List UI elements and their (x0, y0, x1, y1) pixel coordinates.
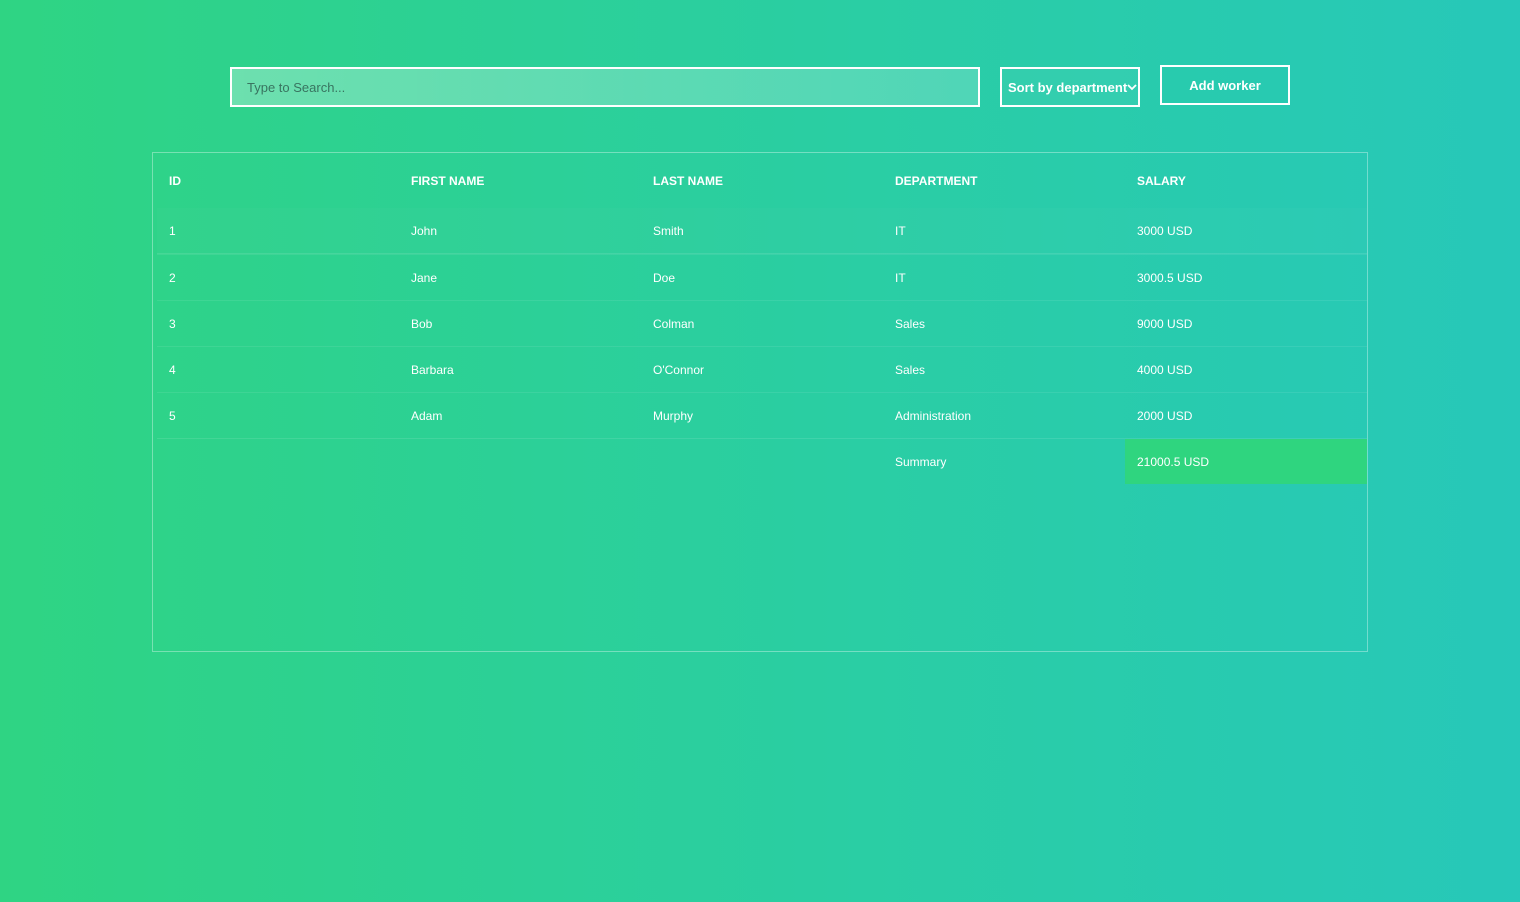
summary-label: Summary (895, 454, 947, 469)
cell-salary: 3000.5 USD (1137, 270, 1203, 285)
sort-dropdown[interactable]: Sort by department (1000, 67, 1140, 107)
summary-total: 21000.5 USD (1125, 439, 1367, 484)
cell-department: Sales (895, 362, 926, 377)
search-box (230, 67, 980, 107)
column-header-department[interactable]: DEPARTMENT (883, 153, 1125, 208)
cell-department: Administration (895, 408, 972, 423)
cell-salary: 2000 USD (1137, 408, 1193, 423)
cell-id: 3 (169, 316, 176, 331)
cell-last-name: Colman (653, 316, 695, 331)
search-input[interactable] (232, 69, 978, 105)
cell-id: 1 (169, 223, 176, 238)
summary-row: Summary 21000.5 USD (157, 438, 1367, 484)
cell-salary: 9000 USD (1137, 316, 1193, 331)
cell-department: Sales (895, 316, 926, 331)
cell-department: IT (895, 270, 906, 285)
table-row[interactable]: 4 Barbara O'Connor Sales 4000 USD (157, 346, 1367, 392)
column-header-first-name[interactable]: FIRST NAME (399, 153, 641, 208)
table-row[interactable]: 2 Jane Doe IT 3000.5 USD (157, 254, 1367, 300)
cell-id: 2 (169, 270, 176, 285)
cell-first-name: Barbara (411, 362, 454, 377)
cell-last-name: Smith (653, 223, 684, 238)
cell-salary: 4000 USD (1137, 362, 1193, 377)
cell-first-name: Jane (411, 270, 438, 285)
column-header-id[interactable]: ID (157, 153, 399, 208)
table-header-row: ID FIRST NAME LAST NAME DEPARTMENT SALAR… (157, 153, 1367, 208)
cell-salary: 3000 USD (1137, 223, 1193, 238)
column-header-last-name[interactable]: LAST NAME (641, 153, 883, 208)
workers-table-panel: ID FIRST NAME LAST NAME DEPARTMENT SALAR… (152, 152, 1368, 652)
summary-empty-cell (399, 439, 641, 484)
cell-first-name: Adam (411, 408, 443, 423)
summary-empty-cell (641, 439, 883, 484)
cell-first-name: John (411, 223, 438, 238)
cell-id: 4 (169, 362, 176, 377)
cell-first-name: Bob (411, 316, 433, 331)
table-row[interactable]: 5 Adam Murphy Administration 2000 USD (157, 392, 1367, 438)
workers-table: ID FIRST NAME LAST NAME DEPARTMENT SALAR… (157, 153, 1367, 484)
cell-id: 5 (169, 408, 176, 423)
toolbar: Sort by department Add worker (230, 65, 1290, 107)
summary-empty-cell (157, 439, 399, 484)
table-row[interactable]: 3 Bob Colman Sales 9000 USD (157, 300, 1367, 346)
sort-dropdown-label: Sort by department (1008, 79, 1128, 95)
chevron-down-icon (1127, 82, 1137, 92)
table-row[interactable]: 1 John Smith IT 3000 USD (157, 208, 1367, 254)
cell-last-name: O'Connor (653, 362, 704, 377)
cell-department: IT (895, 223, 906, 238)
cell-last-name: Murphy (653, 408, 694, 423)
column-header-salary[interactable]: SALARY (1125, 153, 1367, 208)
cell-last-name: Doe (653, 270, 676, 285)
add-worker-button[interactable]: Add worker (1160, 65, 1290, 105)
